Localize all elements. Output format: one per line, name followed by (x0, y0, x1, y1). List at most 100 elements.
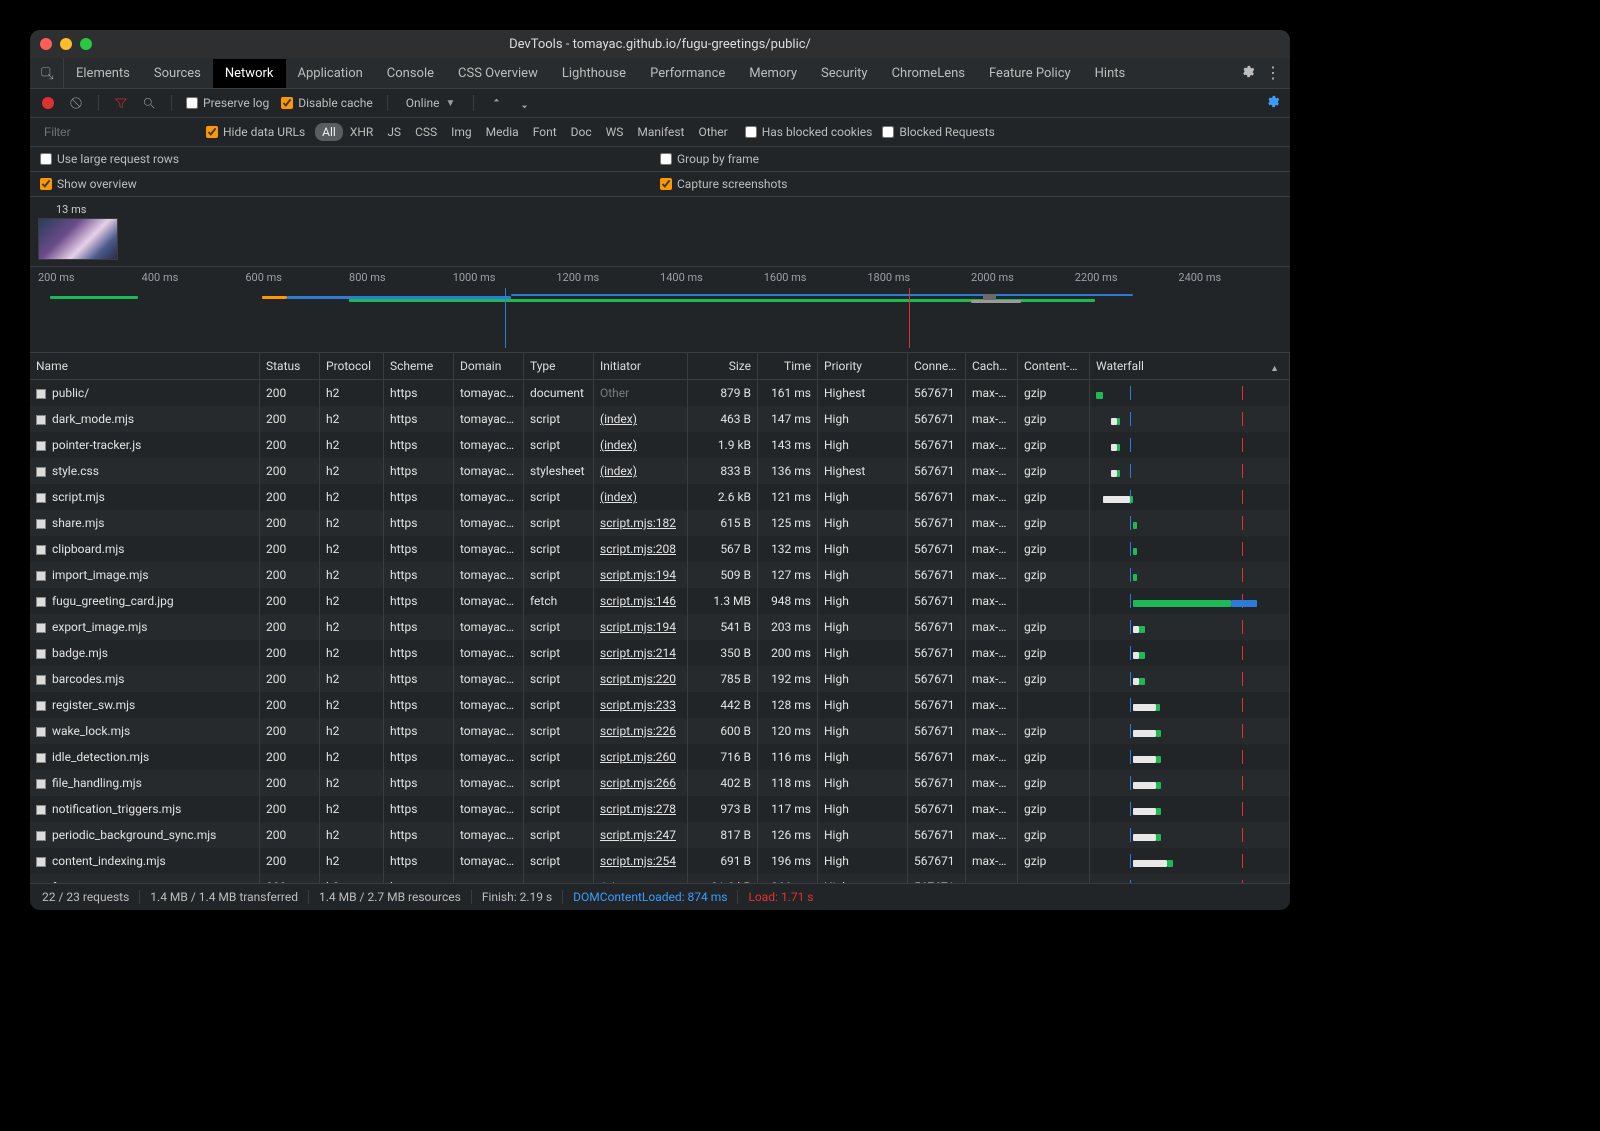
table-body[interactable]: public/200h2httpstomayac…documentOther87… (30, 380, 1290, 883)
table-row[interactable]: share.mjs200h2httpstomayac…scriptscript.… (30, 510, 1290, 536)
table-row[interactable]: pointer-tracker.js200h2httpstomayac…scri… (30, 432, 1290, 458)
col-scheme[interactable]: Scheme (384, 353, 454, 379)
disable-cache-checkbox[interactable]: Disable cache (281, 96, 373, 110)
type-filter-font[interactable]: Font (526, 123, 564, 141)
table-row[interactable]: badge.mjs200h2httpstomayac…scriptscript.… (30, 640, 1290, 666)
col-type[interactable]: Type (524, 353, 594, 379)
initiator-link[interactable]: script.mjs:254 (600, 854, 676, 868)
table-row[interactable]: file_handling.mjs200h2httpstomayac…scrip… (30, 770, 1290, 796)
clear-icon[interactable] (68, 95, 84, 111)
type-filter-css[interactable]: CSS (408, 123, 444, 141)
initiator-link[interactable]: script.mjs:226 (600, 724, 676, 738)
preserve-log-checkbox[interactable]: Preserve log (186, 96, 269, 110)
col-size[interactable]: Size (688, 353, 758, 379)
col-connection[interactable]: Conne… (908, 353, 966, 379)
tab-console[interactable]: Console (375, 59, 446, 88)
initiator-link[interactable]: script.mjs:146 (600, 594, 676, 608)
type-filter-xhr[interactable]: XHR (343, 123, 380, 141)
table-row[interactable]: dark_mode.mjs200h2httpstomayac…script(in… (30, 406, 1290, 432)
type-filter-all[interactable]: All (315, 123, 343, 141)
tab-performance[interactable]: Performance (638, 59, 737, 88)
table-row[interactable]: idle_detection.mjs200h2httpstomayac…scri… (30, 744, 1290, 770)
initiator-link[interactable]: (index) (600, 438, 637, 452)
type-filter-media[interactable]: Media (479, 123, 526, 141)
filter-icon[interactable] (113, 95, 129, 111)
table-row[interactable]: fugu_greeting_card.jpg200h2httpstomayac…… (30, 588, 1290, 614)
table-row[interactable]: content_indexing.mjs200h2httpstomayac…sc… (30, 848, 1290, 874)
throttling-select[interactable]: Online ▼ (402, 96, 460, 110)
blocked-requests-checkbox[interactable]: Blocked Requests (882, 125, 994, 139)
hide-data-urls-checkbox[interactable]: Hide data URLs (206, 125, 305, 139)
table-row[interactable]: style.css200h2httpstomayac…stylesheet(in… (30, 458, 1290, 484)
col-name[interactable]: Name (30, 353, 260, 379)
col-waterfall[interactable]: Waterfall ▲ (1090, 353, 1290, 379)
tab-security[interactable]: Security (809, 59, 880, 88)
tab-application[interactable]: Application (286, 59, 375, 88)
tab-network[interactable]: Network (213, 59, 286, 88)
table-row[interactable]: periodic_background_sync.mjs200h2httpsto… (30, 822, 1290, 848)
table-row[interactable]: public/200h2httpstomayac…documentOther87… (30, 380, 1290, 406)
initiator-link[interactable]: script.mjs:260 (600, 750, 676, 764)
initiator-link[interactable]: (index) (600, 412, 637, 426)
type-filter-manifest[interactable]: Manifest (630, 123, 691, 141)
kebab-menu-icon[interactable]: ⋮ (1265, 65, 1282, 81)
timeline-overview[interactable]: 200 ms400 ms600 ms800 ms1000 ms1200 ms14… (30, 267, 1290, 353)
initiator-link[interactable]: (index) (600, 464, 637, 478)
tab-hints[interactable]: Hints (1083, 59, 1138, 88)
table-row[interactable]: wake_lock.mjs200h2httpstomayac…scriptscr… (30, 718, 1290, 744)
initiator-link[interactable]: script.mjs:214 (600, 646, 676, 660)
col-cache[interactable]: Cach… (966, 353, 1018, 379)
large-rows-checkbox[interactable]: Use large request rows (40, 152, 179, 166)
table-row[interactable]: notification_triggers.mjs200h2httpstomay… (30, 796, 1290, 822)
col-time[interactable]: Time (758, 353, 818, 379)
initiator-link[interactable]: script.mjs:182 (600, 516, 676, 530)
initiator-link[interactable]: script.mjs:194 (600, 620, 676, 634)
col-encoding[interactable]: Content-… (1018, 353, 1090, 379)
col-status[interactable]: Status (260, 353, 320, 379)
type-filter-js[interactable]: JS (380, 123, 408, 141)
table-row[interactable]: import_image.mjs200h2httpstomayac…script… (30, 562, 1290, 588)
show-overview-checkbox[interactable]: Show overview (40, 177, 137, 191)
record-icon[interactable] (40, 95, 56, 111)
initiator-link[interactable]: script.mjs:220 (600, 672, 676, 686)
network-settings-icon[interactable] (1265, 98, 1280, 112)
type-filter-other[interactable]: Other (691, 123, 734, 141)
filter-input[interactable] (40, 123, 196, 141)
initiator-link[interactable]: script.mjs:247 (600, 828, 676, 842)
has-blocked-cookies-checkbox[interactable]: Has blocked cookies (745, 125, 873, 139)
initiator-link[interactable]: script.mjs:233 (600, 698, 676, 712)
gear-icon[interactable] (1240, 64, 1255, 82)
col-domain[interactable]: Domain (454, 353, 524, 379)
initiator-link[interactable]: script.mjs:208 (600, 542, 676, 556)
initiator-link[interactable]: script.mjs:194 (600, 568, 676, 582)
col-protocol[interactable]: Protocol (320, 353, 384, 379)
screenshot-thumbnail[interactable] (38, 218, 118, 260)
tab-chromelens[interactable]: ChromeLens (880, 59, 977, 88)
inspect-element-icon[interactable] (30, 58, 64, 88)
table-row[interactable]: script.mjs200h2httpstomayac…script(index… (30, 484, 1290, 510)
tab-lighthouse[interactable]: Lighthouse (550, 59, 638, 88)
initiator-link[interactable]: script.mjs:266 (600, 776, 676, 790)
initiator-link[interactable]: (index) (600, 490, 637, 504)
type-filter-doc[interactable]: Doc (564, 123, 599, 141)
search-icon[interactable] (141, 95, 157, 111)
initiator-link[interactable]: script.mjs:278 (600, 802, 676, 816)
table-row[interactable]: clipboard.mjs200h2httpstomayac…scriptscr… (30, 536, 1290, 562)
group-by-frame-checkbox[interactable]: Group by frame (660, 152, 759, 166)
table-row[interactable]: export_image.mjs200h2httpstomayac…script… (30, 614, 1290, 640)
tab-sources[interactable]: Sources (142, 59, 213, 88)
table-row[interactable]: register_sw.mjs200h2httpstomayac…scripts… (30, 692, 1290, 718)
tab-elements[interactable]: Elements (64, 59, 142, 88)
capture-screenshots-checkbox[interactable]: Capture screenshots (660, 177, 787, 191)
tab-css-overview[interactable]: CSS Overview (446, 59, 550, 88)
tab-memory[interactable]: Memory (737, 59, 809, 88)
col-priority[interactable]: Priority (818, 353, 908, 379)
tab-feature-policy[interactable]: Feature Policy (977, 59, 1083, 88)
table-row[interactable]: fugu.png200h2httpstomayac…pngOther31.0 k… (30, 874, 1290, 883)
col-initiator[interactable]: Initiator (594, 353, 688, 379)
download-har-icon[interactable] (516, 95, 532, 111)
type-filter-img[interactable]: Img (444, 123, 479, 141)
type-filter-ws[interactable]: WS (599, 123, 631, 141)
upload-har-icon[interactable] (488, 95, 504, 111)
table-row[interactable]: barcodes.mjs200h2httpstomayac…scriptscri… (30, 666, 1290, 692)
